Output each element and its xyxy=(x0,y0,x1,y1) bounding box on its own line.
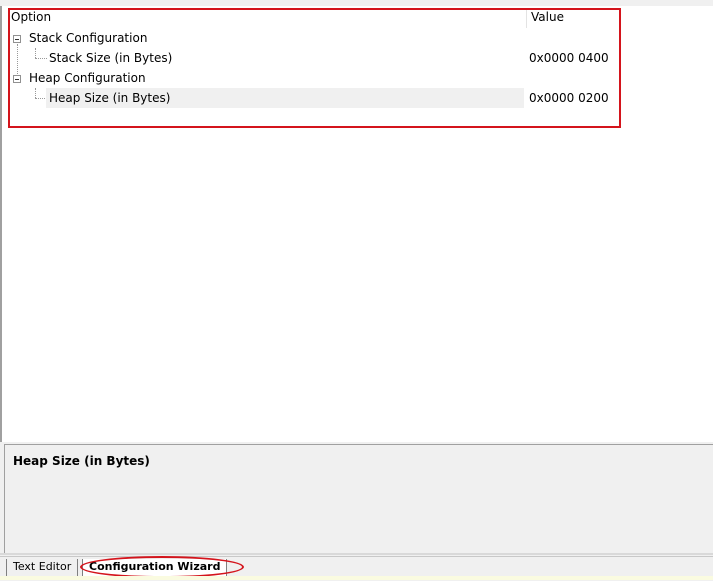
annotation-rectangle xyxy=(8,8,621,128)
description-pane: Heap Size (in Bytes) xyxy=(4,444,713,553)
tab-text-editor-label: Text Editor xyxy=(13,560,72,573)
pane-separator xyxy=(0,553,713,555)
description-title: Heap Size (in Bytes) xyxy=(13,454,150,468)
annotation-oval xyxy=(80,556,244,578)
status-strip xyxy=(0,576,713,580)
